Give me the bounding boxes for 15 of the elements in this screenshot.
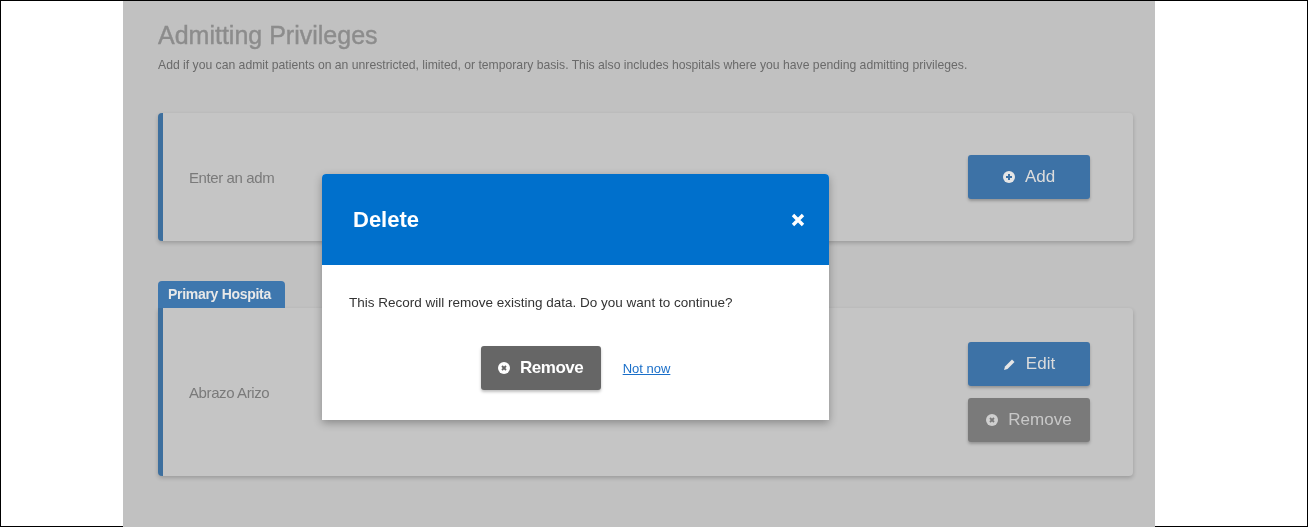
remove-button[interactable]: Remove bbox=[968, 398, 1090, 442]
close-icon[interactable] bbox=[791, 212, 805, 227]
plus-circle-icon bbox=[1002, 171, 1015, 183]
hospital-name: Abrazo Arizo bbox=[189, 383, 270, 401]
add-button[interactable]: Add bbox=[968, 155, 1090, 199]
entry-prompt: Enter an adm bbox=[189, 168, 275, 186]
remove-button[interactable]: Remove bbox=[480, 346, 601, 390]
dialog-message: This Record will remove existing data. Do you want to continue? bbox=[349, 294, 734, 312]
x-circle-icon bbox=[986, 414, 999, 426]
edit-button[interactable]: Edit bbox=[968, 342, 1090, 386]
section-description: Add if you can admit patients on an unrestricted, limited, or temporary basis. This also includes hospitals where you have pending admitting privileges. bbox=[158, 57, 969, 74]
not-now-link[interactable]: Not now bbox=[622, 360, 671, 376]
x-circle-icon bbox=[498, 362, 511, 374]
pencil-icon bbox=[1002, 357, 1016, 371]
dialog-title: Delete bbox=[353, 206, 420, 233]
